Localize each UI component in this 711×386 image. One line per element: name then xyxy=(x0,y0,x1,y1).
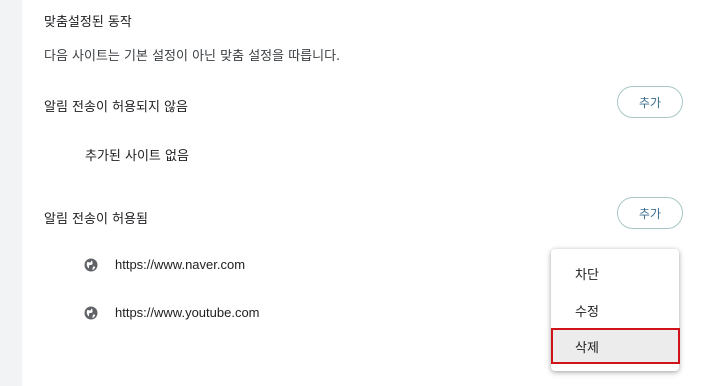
menu-item-delete[interactable]: 삭제 xyxy=(551,328,680,364)
blocked-sites-label: 알림 전송이 허용되지 않음 xyxy=(44,100,188,115)
site-row-youtube[interactable]: https://www.youtube.com xyxy=(84,300,260,324)
menu-item-block[interactable]: 차단 xyxy=(551,255,679,291)
site-url: https://www.youtube.com xyxy=(115,304,260,320)
allowed-sites-label: 알림 전송이 허용됨 xyxy=(44,212,148,227)
no-sites-text: 추가된 사이트 없음 xyxy=(85,149,189,164)
globe-icon xyxy=(84,305,98,320)
section-title: 맞춤설정된 동작 xyxy=(44,15,132,30)
add-allowed-site-button[interactable]: 추가 xyxy=(617,197,683,229)
add-blocked-site-button[interactable]: 추가 xyxy=(617,86,683,118)
site-url: https://www.naver.com xyxy=(115,256,246,272)
globe-icon xyxy=(84,257,98,272)
section-description: 다음 사이트는 기본 설정이 아닌 맞춤 설정을 따릅니다. xyxy=(44,49,341,64)
site-row-naver[interactable]: https://www.naver.com xyxy=(84,252,245,276)
menu-item-edit[interactable]: 수정 xyxy=(551,292,679,328)
site-context-menu: 차단 수정 삭제 xyxy=(551,249,680,371)
